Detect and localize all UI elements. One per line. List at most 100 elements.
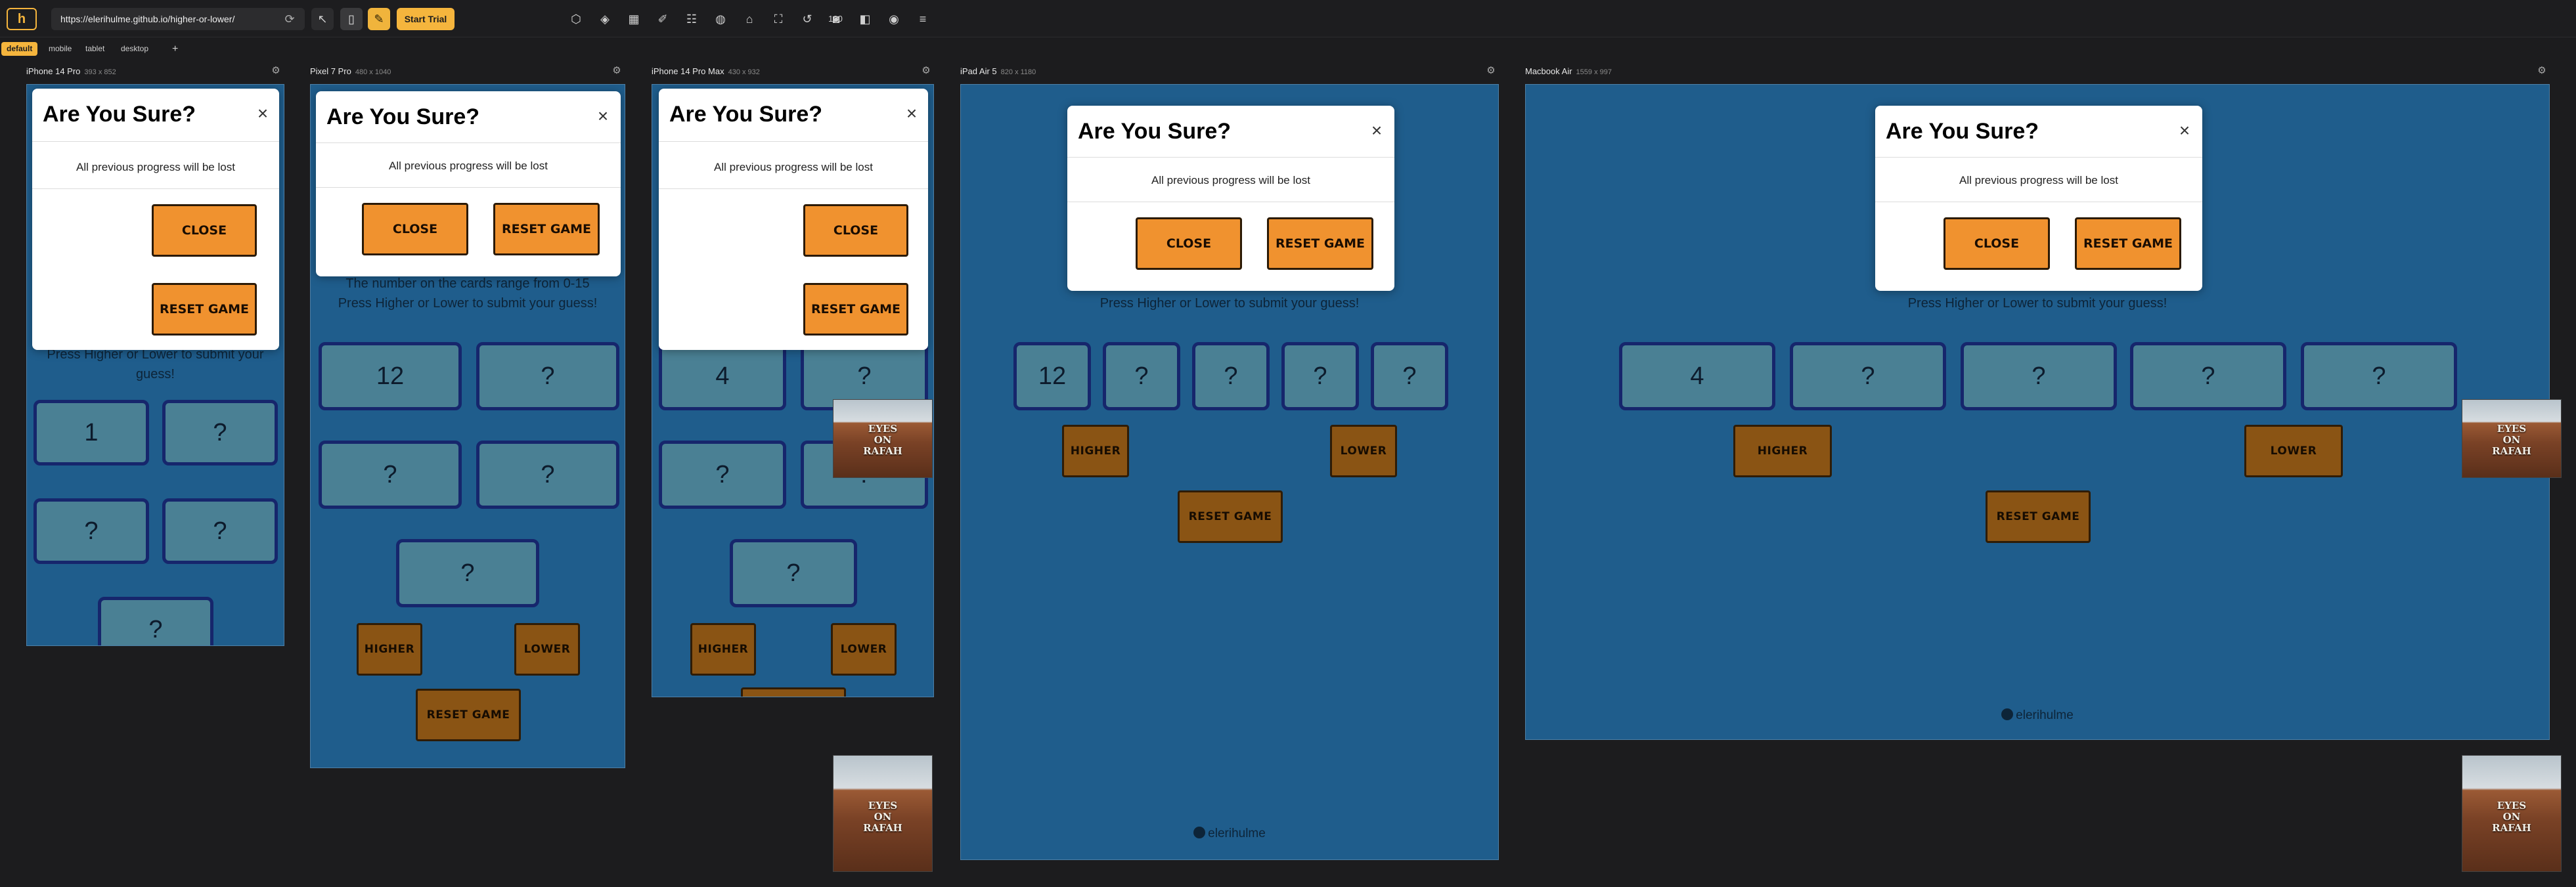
modal-reset-button[interactable]: Reset Game xyxy=(1267,217,1373,270)
gear-icon[interactable]: ⚙ xyxy=(270,65,282,77)
modal-title: Are You Sure? xyxy=(326,104,480,129)
banner-line: EYES xyxy=(2497,800,2527,811)
card: ? xyxy=(162,400,278,465)
cube-icon[interactable]: ⬡ xyxy=(566,9,586,29)
chat-icon[interactable]: ✎ xyxy=(368,8,390,30)
modal-divider xyxy=(659,188,928,189)
instructions-text: Press Higher or Lower to submit your gue… xyxy=(1907,296,2167,311)
higher-button[interactable]: Higher xyxy=(1733,425,1832,477)
card: ? xyxy=(98,597,213,645)
mobile-icon[interactable]: ▯ xyxy=(340,8,363,30)
banner-line: EYES xyxy=(868,423,898,435)
sidebar-icon[interactable]: ◧ xyxy=(855,9,875,29)
ruler-icon[interactable]: ✐ xyxy=(653,9,673,29)
reset-game-button[interactable]: Reset Game xyxy=(1178,490,1283,543)
lower-button[interactable]: Lower xyxy=(831,623,897,676)
undo-icon[interactable]: ↺ xyxy=(797,9,817,29)
close-icon[interactable]: × xyxy=(253,104,273,124)
reset-game-button[interactable]: Reset Game xyxy=(416,689,521,741)
preset-tab-tablet[interactable]: tablet xyxy=(80,42,110,56)
reset-confirm-modal: Are You Sure? × All previous progress wi… xyxy=(316,91,621,276)
close-icon[interactable]: × xyxy=(1367,121,1387,141)
app-logo[interactable]: h xyxy=(7,8,37,30)
preset-tab-default[interactable]: default xyxy=(1,42,38,56)
higher-button[interactable]: Higher xyxy=(1062,425,1129,477)
gear-icon[interactable]: ⚙ xyxy=(920,65,932,77)
banner-text: EYES ON RAFAH xyxy=(833,423,932,457)
zoom-level[interactable]: 100 xyxy=(822,9,849,29)
refresh-icon[interactable]: ⟳ xyxy=(282,12,297,26)
close-icon[interactable]: × xyxy=(902,104,922,124)
help-icon[interactable]: ◉ xyxy=(884,9,904,29)
modal-divider xyxy=(32,188,279,189)
card: ? xyxy=(2130,342,2286,410)
banner-line: ON xyxy=(874,811,892,823)
modal-close-button[interactable]: Close xyxy=(1943,217,2050,270)
github-icon xyxy=(1193,827,1206,838)
higher-button[interactable]: Higher xyxy=(357,623,422,676)
card: 4 xyxy=(659,342,786,410)
reset-game-button[interactable]: Reset Game xyxy=(1986,490,2091,543)
paint-icon[interactable]: ◍ xyxy=(711,9,730,29)
github-footer[interactable]: elerihulme xyxy=(961,827,1498,841)
preset-tab-desktop[interactable]: desktop xyxy=(116,42,154,56)
device-frame-iphone14promax: 4 ? ? ? ? Higher Lower Reset Game Are Yo… xyxy=(652,84,934,697)
modal-body: All previous progress will be lost xyxy=(714,161,873,173)
higher-button[interactable]: Higher xyxy=(690,623,756,676)
cursor-icon[interactable]: ↖ xyxy=(311,8,334,30)
lock-icon[interactable]: ⌂ xyxy=(740,9,759,29)
footer-link[interactable]: elerihulme xyxy=(2016,708,2074,722)
device-name: iPhone 14 Pro Max xyxy=(652,66,724,76)
device-name: Macbook Air xyxy=(1525,66,1572,76)
grid-icon[interactable]: ▦ xyxy=(624,9,644,29)
close-icon[interactable]: × xyxy=(593,107,613,127)
eyes-on-rafah-image: EYES ON RAFAH xyxy=(2462,755,2562,872)
modal-close-button[interactable]: Close xyxy=(1136,217,1242,270)
expand-icon[interactable]: ⛶ xyxy=(768,9,788,29)
list-icon[interactable]: ☷ xyxy=(682,9,701,29)
modal-body: All previous progress will be lost xyxy=(76,161,235,173)
modal-reset-button[interactable]: Reset Game xyxy=(152,283,257,335)
banner-line: EYES xyxy=(868,800,898,811)
banner-line: ON xyxy=(874,434,892,446)
card: ? xyxy=(162,498,278,564)
gear-icon[interactable]: ⚙ xyxy=(2536,65,2548,77)
modal-close-button[interactable]: Close xyxy=(152,204,257,257)
footer-link[interactable]: elerihulme xyxy=(1208,827,1266,840)
banner-line: RAFAH xyxy=(863,445,902,457)
close-icon[interactable]: × xyxy=(2175,121,2194,141)
url-input[interactable]: https://elerihulme.github.io/higher-or-l… xyxy=(51,8,305,30)
menu-icon[interactable]: ≡ xyxy=(913,9,933,29)
gear-icon[interactable]: ⚙ xyxy=(1485,65,1497,77)
card: 1 xyxy=(33,400,149,465)
lower-button[interactable]: Lower xyxy=(514,623,580,676)
start-trial-button[interactable]: Start Trial xyxy=(397,8,455,30)
reset-game-button[interactable]: Reset Game xyxy=(741,687,846,697)
banner-line: ON xyxy=(2502,811,2521,823)
device-dims: 820 x 1180 xyxy=(1000,68,1036,76)
modal-reset-button[interactable]: Reset Game xyxy=(2075,217,2181,270)
device-label-iphone14promax: iPhone 14 Pro Max 430 x 932 xyxy=(652,66,760,76)
modal-reset-button[interactable]: Reset Game xyxy=(803,283,908,335)
banner-line: EYES xyxy=(2497,423,2527,435)
banner-text: EYES ON RAFAH xyxy=(833,800,932,834)
github-footer[interactable]: elerihulme xyxy=(1526,708,2549,723)
modal-close-button[interactable]: Close xyxy=(362,203,468,255)
device-label-macbookair: Macbook Air 1559 x 997 xyxy=(1525,66,1612,76)
layers-icon[interactable]: ◈ xyxy=(595,9,615,29)
github-icon xyxy=(2001,708,2014,720)
lower-button[interactable]: Lower xyxy=(1330,425,1397,477)
eyes-on-rafah-image: EYES ON RAFAH xyxy=(2462,399,2562,478)
modal-divider xyxy=(659,141,928,142)
modal-close-button[interactable]: Close xyxy=(803,204,908,257)
gear-icon[interactable]: ⚙ xyxy=(611,65,623,77)
device-frame-macbookair: Press Higher or Lower to submit your gue… xyxy=(1525,84,2550,740)
modal-title: Are You Sure? xyxy=(43,102,196,127)
device-frame-iphone14pro: Press Higher or Lower to submit your gues… xyxy=(26,84,284,646)
device-dims: 393 x 852 xyxy=(84,68,116,76)
card: ? xyxy=(319,441,462,509)
lower-button[interactable]: Lower xyxy=(2244,425,2343,477)
add-preset-button[interactable]: + xyxy=(167,42,183,56)
modal-reset-button[interactable]: Reset Game xyxy=(493,203,600,255)
preset-tab-mobile[interactable]: mobile xyxy=(43,42,77,56)
